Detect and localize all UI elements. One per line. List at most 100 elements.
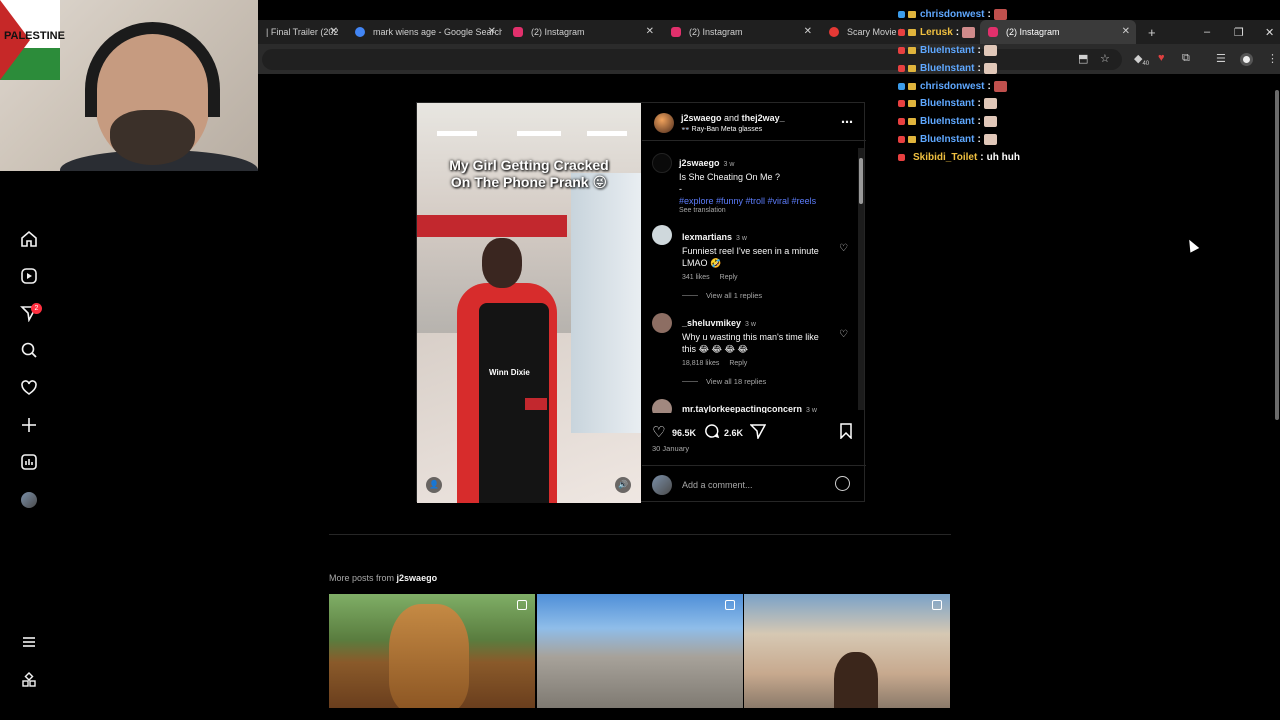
emote-icon bbox=[983, 116, 997, 128]
create-plus-icon[interactable] bbox=[20, 416, 38, 434]
user-tag-icon[interactable]: 👤 bbox=[426, 477, 442, 493]
notifications-heart-icon[interactable] bbox=[20, 379, 38, 397]
browser-tab[interactable]: (2) Instagram ✕ bbox=[663, 20, 818, 44]
comment-count[interactable]: 2.6K bbox=[724, 428, 743, 438]
badge-icon bbox=[898, 135, 905, 143]
search-icon[interactable] bbox=[20, 341, 38, 359]
add-comment-input[interactable]: Add a comment... bbox=[682, 480, 753, 490]
mute-icon[interactable]: 🔊 bbox=[615, 477, 631, 493]
badge-icon bbox=[898, 46, 905, 54]
author-avatar[interactable] bbox=[654, 113, 674, 133]
comment-username[interactable]: mr.taylorkeepactingconcern bbox=[682, 404, 802, 413]
chat-username: BlueInstant bbox=[920, 98, 975, 110]
multi-post-icon bbox=[725, 600, 735, 610]
comment-meta: 18,818 likes Reply bbox=[682, 360, 842, 367]
post-thumbnail[interactable] bbox=[329, 594, 535, 708]
new-tab-button[interactable]: + bbox=[1140, 20, 1160, 44]
comment-likes[interactable]: 341 likes bbox=[682, 274, 710, 281]
extensions-puzzle-icon[interactable]: ⧉ bbox=[1182, 52, 1190, 65]
tab-title: | Final Trailer (202 bbox=[266, 27, 339, 37]
caption-username[interactable]: j2swaego bbox=[679, 158, 720, 168]
emote-icon bbox=[993, 9, 1007, 21]
post-authors[interactable]: j2swaego and thej2way_ bbox=[681, 113, 785, 123]
comment-bubble-icon[interactable] bbox=[704, 423, 720, 443]
author-avatar[interactable] bbox=[652, 153, 672, 173]
commenter-avatar[interactable] bbox=[652, 313, 672, 333]
minimize-button[interactable]: – bbox=[1204, 20, 1210, 44]
reply-button[interactable]: Reply bbox=[729, 360, 747, 367]
instagram-favicon-icon bbox=[513, 27, 523, 37]
chat-text: uh huh bbox=[986, 151, 1020, 163]
chat-message: BlueInstant: bbox=[898, 95, 1138, 113]
kebab-menu-icon[interactable]: ⋮ bbox=[1267, 52, 1278, 65]
view-replies-button[interactable]: View all 1 replies bbox=[682, 291, 762, 300]
dashboard-icon[interactable] bbox=[20, 453, 38, 471]
comment-likes[interactable]: 18,818 likes bbox=[682, 360, 719, 367]
menu-icon[interactable] bbox=[20, 633, 38, 651]
restore-button[interactable]: ❐ bbox=[1234, 20, 1244, 44]
browser-tab[interactable]: | Final Trailer (202 ✕ bbox=[258, 20, 344, 44]
video-caption: My Girl Getting Cracked On The Phone Pra… bbox=[449, 157, 609, 190]
comment-like-heart-icon[interactable]: ♡ bbox=[839, 243, 848, 254]
browser-tab[interactable]: Scary Movie 6 T bbox=[821, 20, 901, 44]
scrollbar-thumb[interactable] bbox=[859, 158, 863, 204]
post-thumbnail[interactable] bbox=[537, 594, 743, 708]
browser-tab[interactable]: mark wiens age - Google Search ✕ bbox=[347, 20, 502, 44]
chat-message: chrisdonwest: bbox=[898, 6, 1138, 24]
browser-tab[interactable]: (2) Instagram ✕ bbox=[505, 20, 660, 44]
chat-message: chrisdonwest: bbox=[898, 77, 1138, 95]
see-translation-link[interactable]: See translation bbox=[679, 207, 816, 214]
page-scrollbar-thumb[interactable] bbox=[1275, 90, 1279, 420]
commenter-avatar[interactable] bbox=[652, 225, 672, 245]
extension-icon[interactable]: ♥ bbox=[1158, 52, 1165, 64]
view-replies-button[interactable]: View all 18 replies bbox=[682, 377, 766, 386]
flag-text: PALESTINE bbox=[4, 30, 65, 42]
post-subtitle: 👓 Ray-Ban Meta glasses bbox=[681, 126, 763, 133]
chat-username: BlueInstant bbox=[920, 133, 975, 145]
page-scrollbar[interactable] bbox=[1274, 90, 1280, 420]
post-thumbnail[interactable] bbox=[744, 594, 950, 708]
close-tab-icon[interactable]: ✕ bbox=[488, 26, 496, 37]
caption-hashtags[interactable]: #explore #funny #troll #viral #reels bbox=[679, 195, 816, 207]
more-options-icon[interactable]: ⋯ bbox=[841, 115, 854, 129]
threads-icon[interactable] bbox=[20, 671, 38, 689]
emoji-picker-icon[interactable] bbox=[835, 476, 850, 491]
emote-icon bbox=[983, 44, 997, 56]
close-tab-icon[interactable]: ✕ bbox=[646, 26, 654, 37]
ceiling-light bbox=[437, 131, 477, 136]
home-icon[interactable] bbox=[20, 230, 38, 248]
share-send-icon[interactable] bbox=[749, 423, 767, 443]
close-tab-icon[interactable]: ✕ bbox=[804, 26, 812, 37]
profile-avatar-icon[interactable] bbox=[1240, 53, 1253, 66]
tiki-mask bbox=[389, 604, 469, 708]
comment-like-heart-icon[interactable]: ♡ bbox=[839, 329, 848, 340]
reel-video[interactable]: Winn Dixie My Girl Getting Cracked On Th… bbox=[417, 103, 641, 503]
comment-username[interactable]: lexmartians bbox=[682, 232, 732, 242]
comment: mr.taylorkeepactingconcern 3 w bbox=[682, 399, 817, 413]
comment-text: this 😂 😂 😂 😂 bbox=[682, 344, 749, 354]
save-bookmark-icon[interactable] bbox=[839, 423, 853, 443]
mouse-cursor-icon bbox=[1184, 237, 1200, 253]
reply-button[interactable]: Reply bbox=[720, 274, 738, 281]
sub-badge-icon bbox=[908, 135, 916, 143]
like-count[interactable]: 96.5K bbox=[672, 428, 696, 438]
badge-icon bbox=[898, 82, 905, 90]
notification-badge: 2 bbox=[31, 303, 42, 314]
more-posts-username[interactable]: j2swaego bbox=[397, 573, 438, 583]
close-window-button[interactable]: ✕ bbox=[1265, 20, 1274, 44]
emote-icon bbox=[983, 133, 997, 145]
comments-scrollbar[interactable] bbox=[858, 148, 864, 410]
scary-movie-favicon-icon bbox=[829, 27, 839, 37]
apron-logo: Winn Dixie bbox=[489, 368, 530, 377]
badge-icon bbox=[898, 11, 905, 19]
worker-head bbox=[482, 238, 522, 288]
close-tab-icon[interactable]: ✕ bbox=[330, 26, 338, 37]
reading-list-icon[interactable]: ☰ bbox=[1216, 52, 1226, 65]
reels-icon[interactable] bbox=[20, 267, 38, 285]
commenter-avatar[interactable] bbox=[652, 399, 672, 413]
comment-username[interactable]: _sheluvmikey bbox=[682, 318, 741, 328]
tab-title: (2) Instagram bbox=[689, 27, 743, 37]
sub-badge-icon bbox=[908, 46, 916, 54]
like-heart-icon[interactable]: ♡ bbox=[652, 423, 665, 441]
profile-avatar-icon[interactable] bbox=[20, 491, 38, 509]
